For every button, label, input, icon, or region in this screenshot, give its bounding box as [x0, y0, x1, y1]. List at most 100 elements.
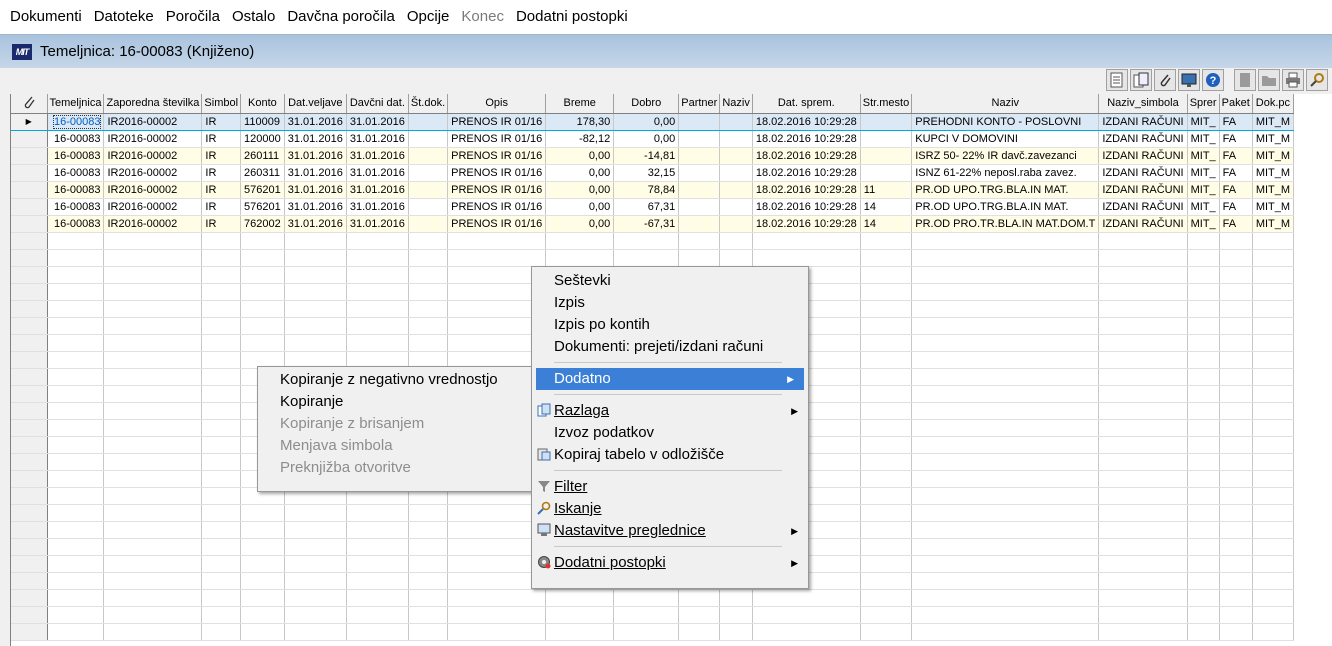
table-cell[interactable]: 14: [860, 215, 913, 233]
table-cell[interactable]: 31.01.2016: [284, 198, 347, 216]
table-cell[interactable]: KUPCI V DOMOVINI: [911, 130, 1100, 148]
menu-porocila[interactable]: Poročila: [160, 0, 226, 34]
column-header[interactable]: Dobro: [613, 94, 680, 114]
column-header[interactable]: Paket: [1219, 94, 1253, 114]
table-cell[interactable]: 260311: [240, 164, 285, 182]
table-row[interactable]: 16-00083 IR2016-00002 IR 576201 31.01.2016 31…: [11, 181, 1295, 199]
table-cell[interactable]: 31.01.2016: [284, 130, 347, 148]
table-cell[interactable]: 0,00: [545, 164, 615, 182]
table-cell[interactable]: MIT_M: [1252, 130, 1295, 148]
table-cell[interactable]: 67,31: [613, 198, 680, 216]
attachment-icon[interactable]: [1154, 69, 1176, 91]
table-cell[interactable]: PR.OD PRO.TR.BLA.IN MAT.DOM.T: [911, 215, 1100, 233]
table-cell[interactable]: MIT_: [1187, 130, 1220, 148]
submenu-item-kopiranje-brisanjem[interactable]: Kopiranje z brisanjem: [258, 413, 538, 435]
table-cell[interactable]: [719, 130, 753, 148]
monitor-icon[interactable]: [1178, 69, 1200, 91]
table-cell[interactable]: 0,00: [613, 130, 680, 148]
table-cell[interactable]: [678, 130, 721, 148]
table-cell[interactable]: MIT_: [1187, 164, 1220, 182]
table-cell[interactable]: MIT_: [1187, 112, 1220, 131]
active-cell[interactable]: 16-00083: [52, 114, 102, 129]
submenu-item-menjava-simbola[interactable]: Menjava simbola: [258, 435, 538, 457]
table-cell[interactable]: 120000: [240, 130, 285, 148]
table-cell[interactable]: [678, 164, 721, 182]
column-header[interactable]: Opis: [447, 94, 547, 114]
table-cell[interactable]: 0,00: [545, 215, 615, 233]
table-cell[interactable]: MIT_: [1187, 215, 1220, 233]
table-cell[interactable]: IR: [201, 164, 242, 182]
table-cell[interactable]: 18.02.2016 10:29:28: [752, 181, 861, 199]
table-cell[interactable]: 31.01.2016: [346, 130, 409, 148]
table-cell[interactable]: 31.01.2016: [346, 112, 409, 131]
column-header[interactable]: Naziv: [911, 94, 1100, 114]
table-cell[interactable]: [719, 112, 753, 131]
table-cell[interactable]: PRENOS IR 01/16: [447, 130, 547, 148]
table-cell[interactable]: [408, 181, 449, 199]
column-header[interactable]: Dat.veljave: [284, 94, 347, 114]
table-cell[interactable]: 18.02.2016 10:29:28: [752, 130, 861, 148]
table-cell[interactable]: IR: [201, 181, 242, 199]
row-indicator[interactable]: [11, 198, 48, 216]
table-cell[interactable]: [860, 112, 913, 131]
menu-item-izpis-po-kontih[interactable]: Izpis po kontih: [532, 314, 808, 336]
menu-davcna-porocila[interactable]: Davčna poročila: [281, 0, 401, 34]
table-cell[interactable]: PR.OD UPO.TRG.BLA.IN MAT.: [911, 198, 1100, 216]
search-icon[interactable]: [1306, 69, 1328, 91]
table-cell[interactable]: 16-00083: [47, 198, 105, 216]
table-cell[interactable]: 576201: [240, 181, 285, 199]
table-cell[interactable]: IR2016-00002: [103, 112, 203, 131]
table-cell[interactable]: [678, 215, 721, 233]
table-cell[interactable]: IZDANI RAČUNI: [1098, 130, 1188, 148]
column-header[interactable]: Konto: [240, 94, 285, 114]
row-indicator[interactable]: [11, 164, 48, 182]
column-header[interactable]: Zaporedna številka: [103, 94, 203, 114]
table-cell[interactable]: [719, 198, 753, 216]
table-cell[interactable]: [860, 130, 913, 148]
table-cell[interactable]: 0,00: [613, 112, 680, 131]
table-cell[interactable]: PRENOS IR 01/16: [447, 181, 547, 199]
table-cell[interactable]: MIT_M: [1252, 164, 1295, 182]
table-cell[interactable]: 260111: [240, 147, 285, 165]
table-cell[interactable]: IR2016-00002: [103, 130, 203, 148]
column-header[interactable]: Naziv_simbola: [1098, 94, 1188, 114]
table-cell[interactable]: FA: [1219, 164, 1253, 182]
table-cell[interactable]: MIT_: [1187, 198, 1220, 216]
table-cell[interactable]: 18.02.2016 10:29:28: [752, 147, 861, 165]
table-cell[interactable]: FA: [1219, 147, 1253, 165]
menu-dodatni-postopki[interactable]: Dodatni postopki: [510, 0, 634, 34]
table-cell[interactable]: IR: [201, 147, 242, 165]
table-cell[interactable]: 16-00083: [47, 215, 105, 233]
table-row[interactable]: 16-00083 IR2016-00002 IR 576201 31.01.2016 31…: [11, 198, 1295, 216]
table-cell[interactable]: 31.01.2016: [346, 181, 409, 199]
table-cell[interactable]: [678, 198, 721, 216]
table-cell[interactable]: [719, 215, 753, 233]
table-cell[interactable]: 0,00: [545, 181, 615, 199]
table-cell[interactable]: 31.01.2016: [284, 147, 347, 165]
table-cell[interactable]: MIT_: [1187, 147, 1220, 165]
row-indicator[interactable]: ▶: [11, 112, 48, 131]
table-cell[interactable]: 31.01.2016: [346, 215, 409, 233]
table-cell[interactable]: FA: [1219, 112, 1253, 131]
table-row[interactable]: 16-00083 IR2016-00002 IR 260311 31.01.2016 31…: [11, 164, 1295, 182]
menu-item-izvoz-podatkov[interactable]: Izvoz podatkov: [532, 422, 808, 444]
row-indicator[interactable]: [11, 215, 48, 233]
table-cell[interactable]: 18.02.2016 10:29:28: [752, 164, 861, 182]
table-cell[interactable]: 16-00083: [47, 147, 105, 165]
menu-item-dodatni-postopki[interactable]: Dodatni postopki ▶: [532, 552, 808, 574]
table-cell[interactable]: 18.02.2016 10:29:28: [752, 198, 861, 216]
table-cell[interactable]: IR2016-00002: [103, 147, 203, 165]
table-cell[interactable]: [408, 215, 449, 233]
column-header[interactable]: Dok.pc: [1252, 94, 1295, 114]
blank-doc-icon[interactable]: [1234, 69, 1256, 91]
table-cell[interactable]: IR2016-00002: [103, 181, 203, 199]
table-cell[interactable]: 14: [860, 198, 913, 216]
table-cell[interactable]: IZDANI RAČUNI: [1098, 112, 1188, 131]
table-cell[interactable]: IR2016-00002: [103, 198, 203, 216]
table-cell[interactable]: IR2016-00002: [103, 164, 203, 182]
table-cell[interactable]: FA: [1219, 198, 1253, 216]
table-cell[interactable]: 110009: [240, 112, 285, 131]
table-cell[interactable]: 0,00: [545, 198, 615, 216]
table-cell[interactable]: 178,30: [545, 112, 615, 131]
table-cell[interactable]: -67,31: [613, 215, 680, 233]
